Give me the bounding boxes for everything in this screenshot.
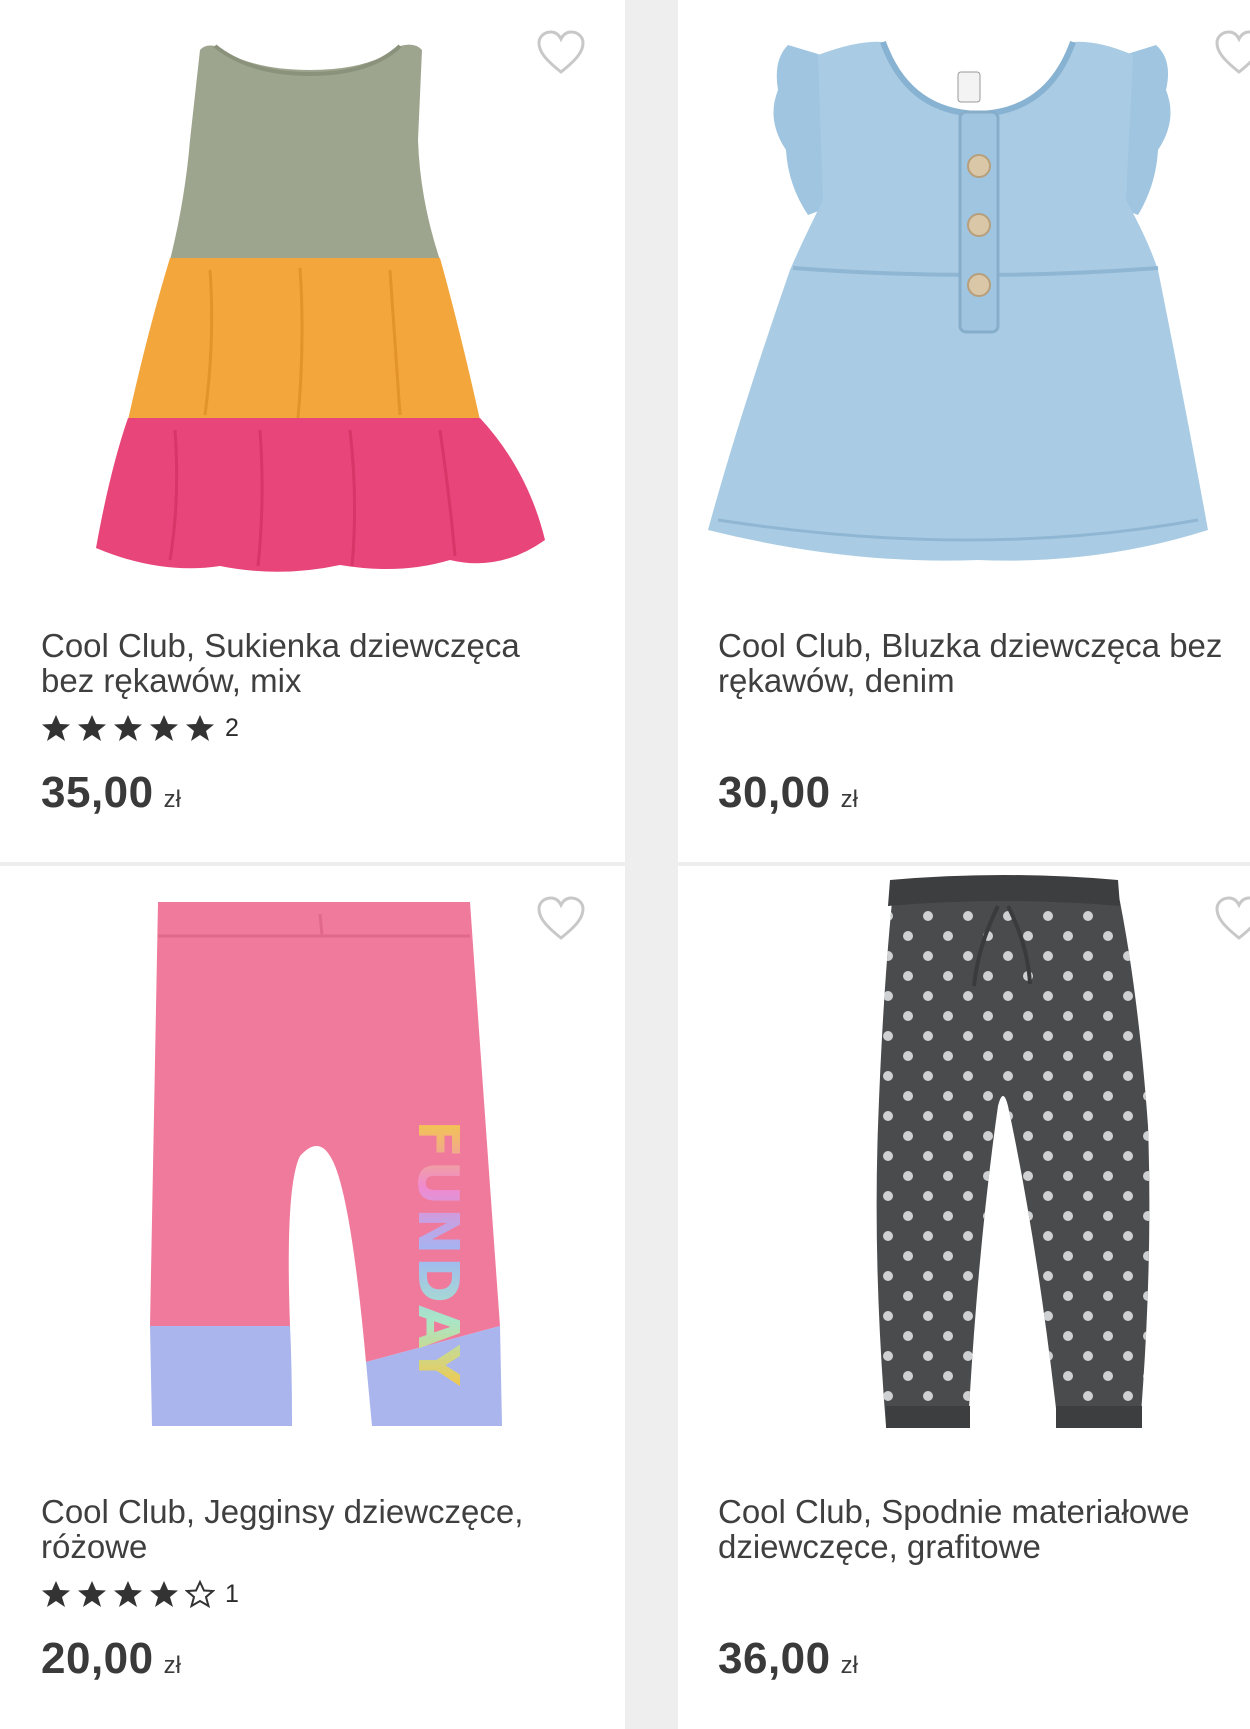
leggings-print: FUNDAY <box>405 1120 470 1388</box>
heart-outline-icon[interactable] <box>1214 896 1250 942</box>
price-currency: zł <box>840 1652 858 1679</box>
product-card-leggings[interactable]: FUNDAY Cool Club, Jegginsy dziewczęce, r… <box>0 866 625 1729</box>
product-price: 30,00 zł <box>718 768 858 818</box>
product-price: 20,00 zł <box>41 1634 181 1684</box>
price-value: 35,00 <box>41 768 154 817</box>
product-title[interactable]: Cool Club, Bluzka dziewczęca bez rękawów… <box>718 628 1243 698</box>
star-filled-icon <box>150 715 178 741</box>
star-filled-icon <box>186 715 214 741</box>
product-image-leggings[interactable]: FUNDAY <box>0 866 625 1466</box>
product-rating: 1 <box>41 1577 239 1611</box>
product-image-denim-blouse[interactable] <box>678 0 1250 600</box>
price-value: 20,00 <box>41 1634 154 1683</box>
heart-outline-icon[interactable] <box>536 896 586 942</box>
product-title[interactable]: Cool Club, Jegginsy dziewczęce, różowe <box>41 1494 561 1564</box>
product-card-dress[interactable]: Cool Club, Sukienka dziewczęca bez rękaw… <box>0 0 625 862</box>
star-filled-icon <box>42 1581 70 1607</box>
product-price: 35,00 zł <box>41 768 181 818</box>
product-image-dress[interactable] <box>0 0 625 600</box>
price-currency: zł <box>840 786 858 813</box>
heart-outline-icon[interactable] <box>536 30 586 76</box>
product-card-denim-blouse[interactable]: Cool Club, Bluzka dziewczęca bez rękawów… <box>678 0 1250 862</box>
star-filled-icon <box>150 1581 178 1607</box>
heart-outline-icon[interactable] <box>1214 30 1250 76</box>
price-currency: zł <box>163 1652 181 1679</box>
price-value: 30,00 <box>718 768 831 817</box>
rating-count: 1 <box>225 1579 239 1608</box>
product-title[interactable]: Cool Club, Sukienka dziewczęca bez rękaw… <box>41 628 561 698</box>
product-grid: Cool Club, Sukienka dziewczęca bez rękaw… <box>0 0 1250 1729</box>
star-filled-icon <box>78 715 106 741</box>
price-value: 36,00 <box>718 1634 831 1683</box>
product-title[interactable]: Cool Club, Spodnie materiałowe dziewczęc… <box>718 1494 1243 1564</box>
star-filled-icon <box>42 715 70 741</box>
product-price: 36,00 zł <box>718 1634 858 1684</box>
rating-count: 2 <box>225 713 239 742</box>
price-currency: zł <box>163 786 181 813</box>
product-card-trousers[interactable]: Cool Club, Spodnie materiałowe dziewczęc… <box>678 866 1250 1729</box>
product-rating: 2 <box>41 711 239 745</box>
star-filled-icon <box>78 1581 106 1607</box>
product-image-trousers[interactable] <box>678 866 1250 1466</box>
star-filled-icon <box>114 1581 142 1607</box>
star-filled-icon <box>114 715 142 741</box>
star-outline-icon <box>185 1579 215 1609</box>
